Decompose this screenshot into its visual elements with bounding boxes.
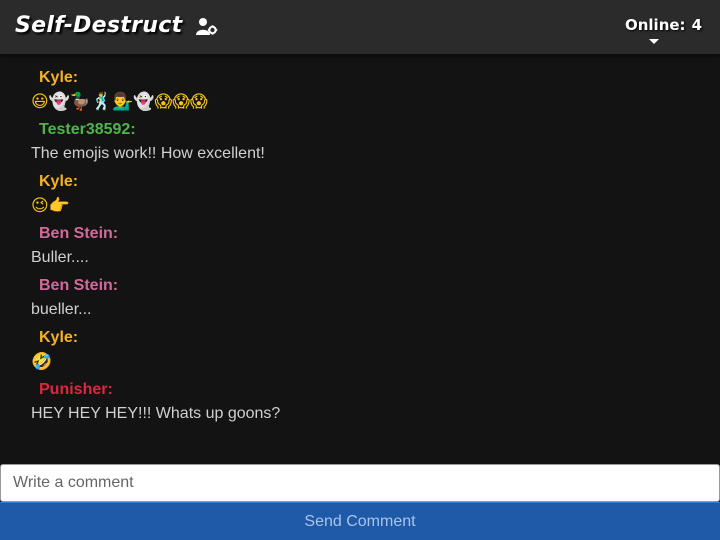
message-text: 🤣 xyxy=(31,352,53,372)
caret-down-icon[interactable] xyxy=(648,38,660,46)
message-author: Kyle: xyxy=(39,69,79,86)
message-author: Kyle: xyxy=(39,329,79,346)
message-text: The emojis work!! How excellent! xyxy=(31,145,265,162)
message-text: bueller... xyxy=(31,301,92,318)
message-list: Kyle: 😃👻🦆🕺💁‍♂️👻😱😱😱 Tester38592: The emoj… xyxy=(0,54,720,464)
message-author: Kyle: xyxy=(39,173,79,190)
message-author: Punisher: xyxy=(39,381,113,398)
message-author: Tester38592: xyxy=(39,121,136,138)
online-indicator: Online: 4 xyxy=(625,16,702,34)
app-header: Self-Destruct Online: 4 xyxy=(0,0,720,54)
user-cog-icon[interactable] xyxy=(196,17,218,37)
online-users-dropdown[interactable]: Online: 4 xyxy=(625,16,702,44)
message-text: HEY HEY HEY!!! Whats up goons? xyxy=(31,405,281,422)
message-author: Ben Stein: xyxy=(39,225,119,242)
online-label: Online: xyxy=(624,16,686,34)
send-comment-button[interactable]: Send Comment xyxy=(0,502,720,540)
message-author: Ben Stein: xyxy=(39,277,119,294)
message-text: 😃👻🦆🕺💁‍♂️👻😱😱😱 xyxy=(31,92,208,112)
online-count: 4 xyxy=(691,16,702,34)
comment-input[interactable] xyxy=(0,464,720,502)
app-title: Self-Destruct xyxy=(15,13,183,38)
message-text: 😉👉 xyxy=(31,196,70,216)
chat-app: Self-Destruct Online:4 Kyle: 😃👻🦆🕺💁‍♂️👻😱� xyxy=(0,0,720,540)
message-text: Buller.... xyxy=(31,249,89,266)
